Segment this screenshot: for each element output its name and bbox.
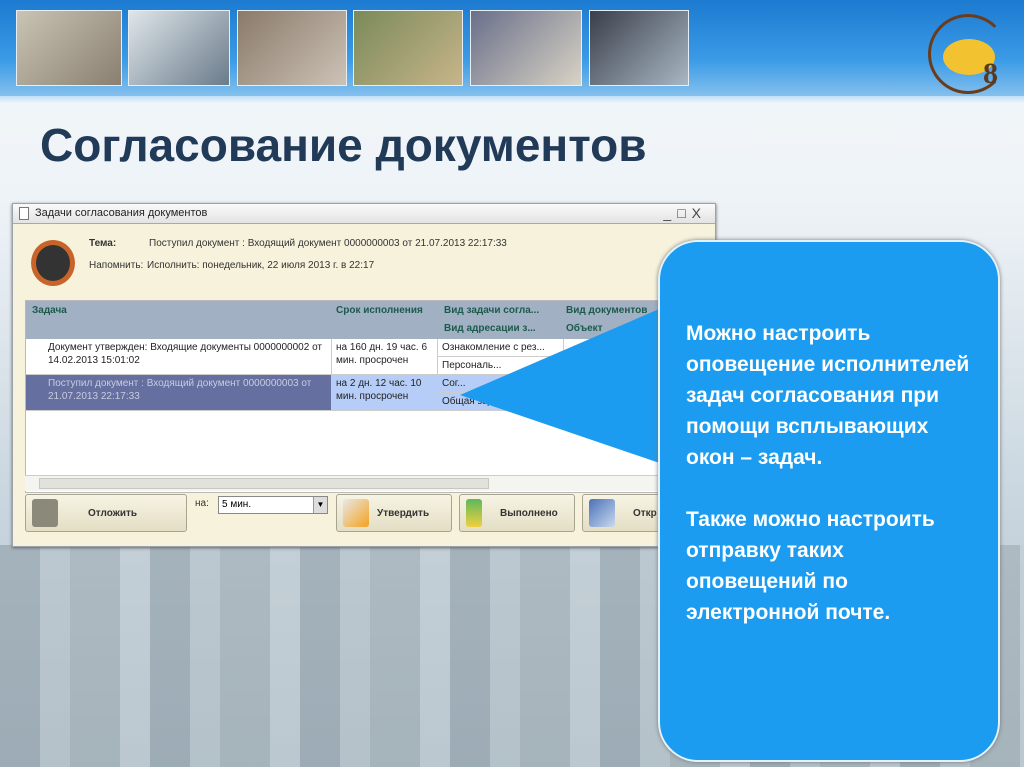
maximize-button[interactable]: □ bbox=[677, 205, 691, 221]
done-button[interactable]: Выполнено bbox=[459, 494, 575, 532]
postpone-duration-select[interactable]: 5 мин. ▼ bbox=[218, 496, 328, 514]
horizontal-scrollbar[interactable] bbox=[25, 475, 705, 491]
remind-label: Напомнить: bbox=[89, 260, 144, 271]
column-task[interactable]: Задача bbox=[32, 305, 67, 316]
document-icon bbox=[19, 207, 29, 220]
task-cell: Документ утвержден: Входящие документы 0… bbox=[26, 339, 332, 375]
column-object[interactable]: Объект bbox=[566, 323, 603, 334]
approve-button[interactable]: Утвердить bbox=[336, 494, 452, 532]
banner-photo bbox=[470, 10, 582, 86]
task-table: Задача Срок исполнения Вид задачи согла.… bbox=[25, 300, 705, 493]
minimize-button[interactable]: _ bbox=[663, 205, 677, 221]
banner-photo bbox=[353, 10, 463, 86]
column-doc-type[interactable]: Вид документов bbox=[566, 305, 647, 316]
subject-label: Тема: bbox=[89, 238, 117, 249]
window-titlebar: Задачи согласования документов _□X bbox=[13, 204, 715, 224]
banner-photo bbox=[128, 10, 230, 86]
column-task-type[interactable]: Вид задачи согла... bbox=[444, 305, 539, 316]
checkmark-icon bbox=[343, 499, 369, 527]
done-label: Выполнено bbox=[500, 507, 558, 519]
close-button[interactable]: X bbox=[692, 205, 707, 221]
task-type-cell: Сог... bbox=[438, 375, 564, 393]
banner-photo bbox=[589, 10, 689, 86]
alarm-clock-icon bbox=[31, 240, 75, 286]
task-cell: Поступил документ : Входящий документ 00… bbox=[26, 375, 332, 411]
table-header: Задача Срок исполнения Вид задачи согла.… bbox=[26, 301, 704, 339]
remind-value: Исполнить: понедельник, 22 июля 2013 г. … bbox=[147, 260, 375, 271]
banner-photo bbox=[237, 10, 347, 86]
task-type-cell: Ознакомление с рез... bbox=[438, 339, 564, 357]
addr-type-cell: Персональ... bbox=[438, 357, 564, 375]
callout-text-1: Можно настроить оповещение исполнителей … bbox=[686, 322, 970, 469]
approve-label: Утвердить bbox=[377, 507, 430, 519]
column-deadline[interactable]: Срок исполнения bbox=[336, 305, 423, 316]
subject-value: Поступил документ : Входящий документ 00… bbox=[149, 238, 507, 249]
deadline-cell: на 160 дн. 19 час. 6 мин. просрочен bbox=[332, 339, 438, 375]
scrollbar-thumb[interactable] bbox=[39, 478, 489, 489]
addr-type-cell: Общая задача bbox=[438, 393, 564, 411]
window-title: Задачи согласования документов bbox=[35, 207, 208, 219]
for-label: на: bbox=[195, 498, 209, 509]
deadline-cell: на 2 дн. 12 час. 10 мин. просрочен bbox=[332, 375, 438, 411]
hourglass-icon bbox=[32, 499, 58, 527]
slide-title: Согласование документов bbox=[40, 119, 647, 171]
postpone-duration-value: 5 мин. bbox=[222, 499, 252, 510]
book-icon bbox=[589, 499, 615, 527]
open-label: Откр bbox=[633, 507, 657, 519]
postpone-button[interactable]: Отложить bbox=[25, 494, 187, 532]
task-done-icon bbox=[466, 499, 482, 527]
callout-bubble: Можно настроить оповещение исполнителей … bbox=[658, 240, 1000, 762]
banner-divider bbox=[0, 96, 1024, 104]
postpone-label: Отложить bbox=[88, 507, 138, 519]
banner-photo bbox=[16, 10, 122, 86]
column-addr-type[interactable]: Вид адресации з... bbox=[444, 323, 536, 334]
company-logo: 8 bbox=[928, 14, 1008, 94]
chevron-down-icon[interactable]: ▼ bbox=[313, 497, 327, 513]
task-window: Задачи согласования документов _□X Тема:… bbox=[12, 203, 716, 547]
callout-text-2: Также можно настроить отправку таких опо… bbox=[686, 508, 935, 624]
